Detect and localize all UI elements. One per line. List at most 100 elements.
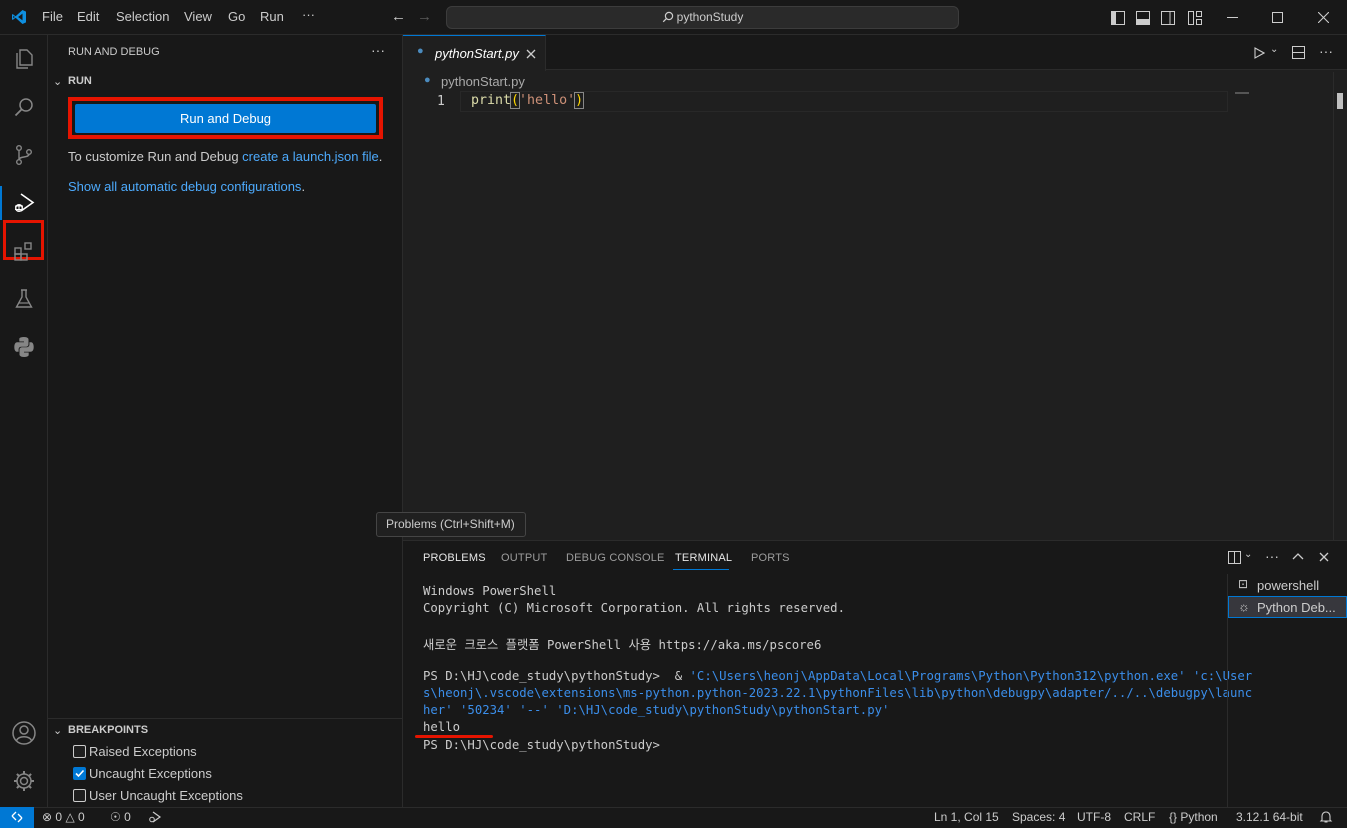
extensions-activity[interactable] [0, 227, 48, 275]
cursor-position[interactable]: Ln 1, Col 15 [934, 810, 999, 824]
code-line[interactable]: print('hello') [471, 92, 585, 109]
minimap[interactable] [1235, 92, 1249, 94]
back-arrow-icon[interactable]: ← [391, 8, 406, 25]
bell-icon[interactable] [1319, 810, 1333, 824]
customize-layout-icon[interactable] [1188, 11, 1202, 25]
menu-selection[interactable]: Selection [116, 9, 169, 24]
menu-more[interactable]: ··· [302, 7, 315, 22]
menu-edit[interactable]: Edit [77, 9, 99, 24]
python-interpreter[interactable]: 3.12.1 64-bit [1236, 810, 1303, 824]
chevron-down-icon[interactable]: ⌄ [53, 724, 62, 737]
show-configurations-link[interactable]: Show all automatic debug configurations [68, 179, 301, 194]
chevron-down-icon[interactable]: ⌄ [1270, 44, 1278, 55]
accounts-activity[interactable] [0, 709, 48, 757]
python-file-icon: ● [417, 45, 424, 57]
sidebar-title: RUN AND DEBUG [68, 46, 160, 58]
activity-bar [0, 35, 48, 807]
code-paren-close: ) [574, 92, 585, 109]
testing-activity[interactable] [0, 275, 48, 323]
breakpoint-label: User Uncaught Exceptions [89, 788, 243, 803]
manage-activity[interactable] [0, 757, 48, 805]
tab-debug-console[interactable]: DEBUG CONSOLE [566, 552, 665, 564]
problems-status[interactable]: ⊗ 0 △ 0 [42, 810, 85, 824]
split-editor-icon[interactable] [1292, 46, 1305, 59]
encoding[interactable]: UTF-8 [1077, 810, 1111, 824]
language-label: Python [1180, 810, 1218, 824]
breadcrumb[interactable]: pythonStart.py [441, 74, 525, 89]
section-divider [48, 718, 403, 719]
terminal-list-label: Python Deb... [1257, 600, 1336, 615]
show-period: . [301, 179, 306, 194]
ports-status[interactable]: ☉ 0 [110, 810, 131, 824]
split-terminal-icon[interactable] [1228, 551, 1241, 564]
menu-go[interactable]: Go [228, 9, 245, 24]
remote-indicator[interactable] [0, 807, 34, 828]
search-activity[interactable] [0, 83, 48, 131]
menu-view[interactable]: View [184, 9, 212, 24]
source-control-activity[interactable] [0, 131, 48, 179]
gear-icon [14, 771, 34, 791]
tab-output[interactable]: OUTPUT [501, 552, 547, 564]
terminal-prompt: PS D:\HJ\code_study\pythonStudy> & [423, 669, 690, 683]
customize-text: To customize Run and Debug create a laun… [68, 149, 382, 164]
error-count: 0 [55, 810, 63, 824]
forward-arrow-icon[interactable]: → [417, 8, 432, 25]
language-mode[interactable]: {} Python [1169, 810, 1218, 824]
terminal-list-item[interactable]: ☼ Python Deb... [1228, 596, 1347, 618]
run-file-icon[interactable] [1253, 47, 1265, 59]
end-of-line[interactable]: CRLF [1124, 810, 1155, 824]
toggle-secondary-sidebar-icon[interactable] [1161, 11, 1175, 25]
terminal-line: PS D:\HJ\code_study\pythonStudy> [423, 738, 660, 752]
terminal-command: 'C:\Users\heonj\AppData\Local\Programs\P… [689, 669, 1253, 683]
terminal-list-label: powershell [1257, 578, 1320, 593]
extensions-icon [14, 242, 32, 261]
account-icon [12, 721, 36, 745]
vscode-logo-icon [12, 10, 26, 24]
terminal-list-item[interactable]: ⊡ powershell [1228, 574, 1347, 596]
sidebar-more-button[interactable]: ··· [371, 42, 385, 58]
toggle-panel-icon[interactable] [1136, 11, 1150, 25]
user-uncaught-exceptions-checkbox[interactable] [73, 789, 86, 802]
search-icon [662, 11, 673, 23]
scrollbar-cursor-marker[interactable] [1337, 93, 1343, 109]
tooltip: Problems (Ctrl+Shift+M) [376, 512, 526, 537]
chevron-down-icon[interactable]: ⌄ [53, 75, 62, 88]
raised-exceptions-checkbox[interactable] [73, 745, 86, 758]
line-number: 1 [437, 94, 445, 109]
files-icon [16, 49, 33, 69]
python-file-icon: ● [424, 74, 431, 86]
toggle-primary-sidebar-icon[interactable] [1111, 11, 1125, 25]
tab-ports[interactable]: PORTS [751, 552, 790, 564]
breakpoints-section-header[interactable]: BREAKPOINTS [68, 724, 148, 736]
indentation[interactable]: Spaces: 4 [1012, 810, 1065, 824]
tab-terminal[interactable]: TERMINAL [675, 552, 732, 564]
checkmark-icon [75, 769, 85, 778]
warning-icon: △ [65, 810, 75, 824]
menu-file[interactable]: File [42, 9, 63, 24]
create-launch-json-link[interactable]: create a launch.json file [242, 149, 379, 164]
maximize-icon[interactable] [1272, 12, 1283, 23]
command-center-label: pythonStudy [676, 10, 744, 24]
chevron-down-icon[interactable]: ⌄ [1244, 549, 1252, 560]
warning-count: 0 [78, 810, 85, 824]
editor-tab[interactable]: ● pythonStart.py [403, 35, 546, 71]
maximize-panel-icon[interactable] [1292, 552, 1304, 560]
explorer-activity[interactable] [0, 35, 48, 83]
panel-more-button[interactable]: ··· [1265, 548, 1279, 564]
menu-run[interactable]: Run [260, 9, 284, 24]
uncaught-exceptions-checkbox[interactable] [73, 767, 86, 780]
editor-more-button[interactable]: ··· [1319, 43, 1333, 59]
run-and-debug-button[interactable]: Run and Debug [75, 104, 376, 133]
breakpoint-label: Raised Exceptions [89, 744, 197, 759]
close-tab-icon[interactable] [526, 49, 536, 59]
run-debug-status-icon[interactable] [148, 811, 162, 823]
close-panel-icon[interactable] [1319, 552, 1329, 562]
terminal-line: her' '50234' '--' 'D:\HJ\code_study\pyth… [423, 703, 890, 717]
run-debug-icon [15, 193, 35, 212]
close-window-icon[interactable] [1318, 12, 1329, 23]
run-section-header[interactable]: RUN [68, 75, 92, 87]
minimize-icon[interactable] [1227, 17, 1238, 19]
python-activity[interactable] [0, 323, 48, 371]
tab-problems[interactable]: PROBLEMS [423, 552, 486, 564]
command-center[interactable]: pythonStudy [446, 6, 959, 29]
